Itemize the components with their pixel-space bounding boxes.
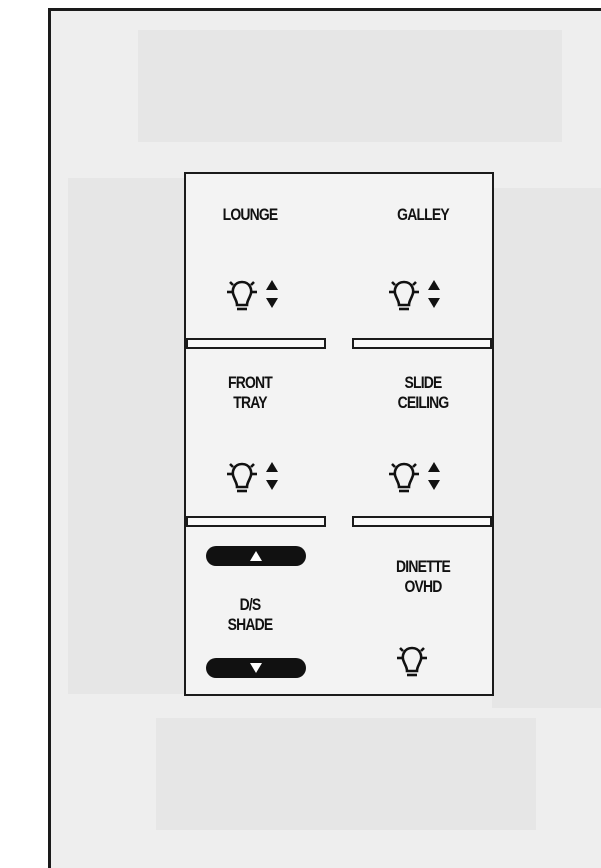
slide-ceiling-label-line1[interactable]: SLIDE bbox=[378, 374, 468, 391]
galley-level-strip bbox=[352, 338, 492, 349]
slide-ceiling-label-line2[interactable]: CEILING bbox=[378, 394, 468, 411]
dinette-light-icon[interactable] bbox=[392, 640, 452, 680]
front-tray-label-line1[interactable]: FRONT bbox=[205, 374, 295, 391]
galley-dimmer-icon[interactable] bbox=[384, 274, 444, 314]
front-tray-dimmer-icon[interactable] bbox=[222, 456, 282, 496]
galley-label[interactable]: GALLEY bbox=[378, 206, 468, 223]
top-blank-area bbox=[138, 30, 562, 142]
slide-ceiling-level-strip bbox=[352, 516, 492, 527]
shade-up-button[interactable] bbox=[206, 546, 306, 566]
up-arrow-icon bbox=[250, 551, 262, 561]
left-blank-area bbox=[68, 178, 186, 694]
bottom-blank-area bbox=[156, 718, 536, 830]
slide-ceiling-dimmer-icon[interactable] bbox=[384, 456, 444, 496]
ds-shade-label-line1: D/S bbox=[239, 595, 262, 614]
lounge-level-strip bbox=[186, 338, 326, 349]
right-blank-area bbox=[492, 188, 601, 708]
ds-shade-label-line2: SHADE bbox=[227, 615, 274, 634]
front-tray-label-line2[interactable]: TRAY bbox=[205, 394, 295, 411]
shade-down-button[interactable] bbox=[206, 658, 306, 678]
down-arrow-icon bbox=[250, 663, 262, 673]
dinette-ovhd-label-line1[interactable]: DINETTE bbox=[378, 558, 468, 575]
dinette-ovhd-label-line2[interactable]: OVHD bbox=[378, 578, 468, 595]
front-tray-level-strip bbox=[186, 516, 326, 527]
lounge-dimmer-icon[interactable] bbox=[222, 274, 282, 314]
lounge-label[interactable]: LOUNGE bbox=[205, 206, 295, 223]
